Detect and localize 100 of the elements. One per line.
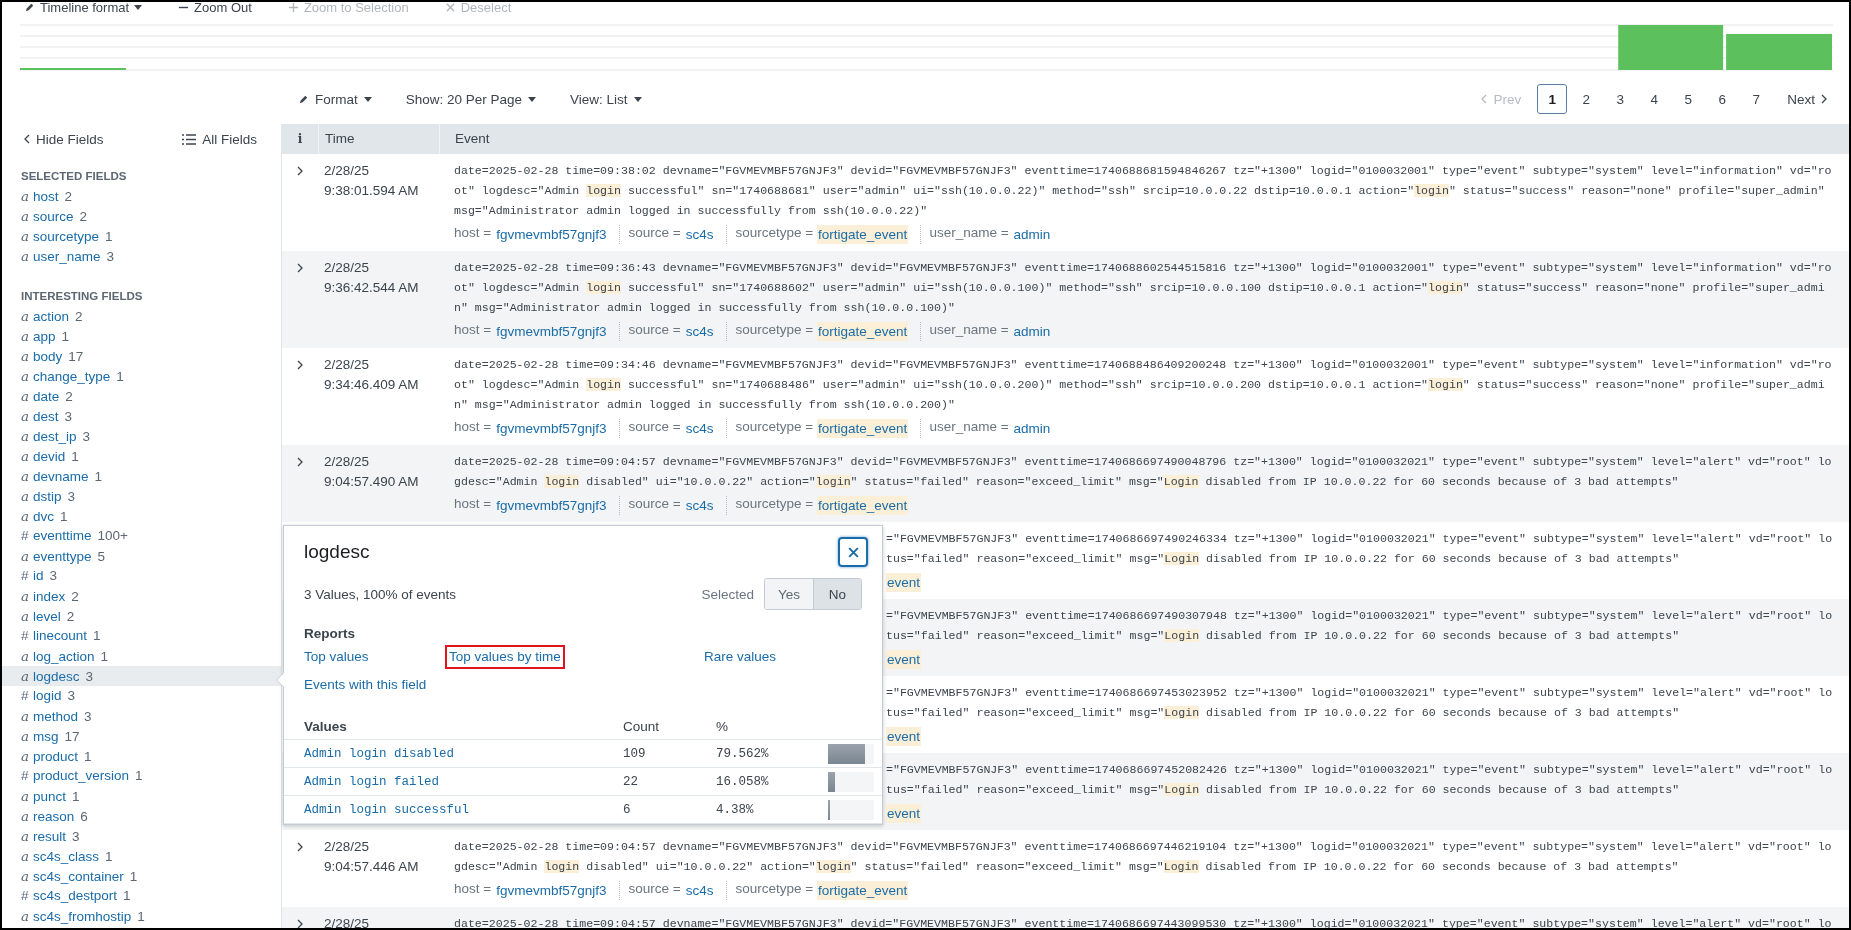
field-value-link[interactable]: fortigate_event (817, 224, 909, 244)
page-button[interactable]: 6 (1707, 84, 1738, 114)
expand-chevron-icon[interactable] (297, 919, 303, 928)
page-button[interactable]: 3 (1605, 84, 1636, 114)
field-value-link[interactable]: event (886, 572, 922, 592)
field-value-link[interactable]: fgvmevmbf57gnjf3 (495, 495, 608, 515)
page-button[interactable]: 1 (1537, 84, 1568, 114)
field-value-link[interactable]: sc4s (684, 224, 715, 244)
field-item[interactable]: a date 2 (2, 386, 281, 406)
page-button[interactable]: 7 (1741, 84, 1772, 114)
field-value-link[interactable]: fortigate_event (817, 418, 909, 438)
toggle-button[interactable]: No (813, 579, 861, 609)
field-item[interactable]: a level 2 (2, 606, 281, 626)
field-value-link[interactable]: fgvmevmbf57gnjf3 (495, 224, 608, 244)
event-date: 2/28/25 (324, 259, 371, 277)
field-item[interactable]: a index 2 (2, 586, 281, 606)
field-item[interactable]: a product 1 (2, 746, 281, 766)
report-link[interactable]: Rare values (700, 645, 781, 669)
field-item[interactable]: # id 3 (2, 566, 281, 586)
field-item[interactable]: a host 2 (2, 186, 281, 206)
values-summary: 3 Values, 100% of events (304, 586, 457, 602)
close-button[interactable] (838, 537, 868, 567)
field-item[interactable]: a dest_ip 3 (2, 426, 281, 446)
field-item[interactable]: # linecount 1 (2, 626, 281, 646)
report-link[interactable]: Top values (300, 645, 373, 669)
field-item[interactable]: a msg 17 (2, 726, 281, 746)
field-item[interactable]: a sc4s_container 1 (2, 866, 281, 886)
caret-icon (528, 96, 537, 102)
view-dropdown[interactable]: View: List (570, 91, 642, 107)
event-raw-text: ="FGVMEVMBF57GNJF3" eventtime=1740686697453023952 tz="+1300" logid="0100032021" type="event" subtype="system" level="alert" vd="root" lo tus="failed" reason="exceed_limit" msg="Login disabled from IP 10.0.0.22 for 60 seconds because of 3 bad attempts" (886, 685, 1833, 721)
field-item[interactable]: a app 1 (2, 326, 281, 346)
field-value-link[interactable]: fgvmevmbf57gnjf3 (495, 880, 608, 900)
field-value-link[interactable]: admin (1012, 224, 1052, 244)
page-button[interactable]: 5 (1673, 84, 1704, 114)
report-link[interactable]: Events with this field (300, 673, 431, 697)
field-item[interactable]: a method 3 (2, 706, 281, 726)
field-value-link[interactable]: event (886, 649, 922, 669)
report-link[interactable]: Top values by time (445, 645, 565, 669)
field-item[interactable]: a punct 1 (2, 786, 281, 806)
field-item[interactable]: a devid 1 (2, 446, 281, 466)
field-key: source = (628, 224, 681, 244)
field-value-link[interactable]: event (886, 726, 922, 746)
value-link[interactable]: Admin login successful (304, 802, 623, 817)
expand-chevron-icon[interactable] (297, 842, 303, 852)
event-raw-text: date=2025-02-28 time=09:36:43 devname="FGVMEVMBF57GNJF3" devid="FGVMEVMBF57GNJF3" eventtime=1740688602544515816 tz="+1300" logid="0100032001" type="event" subtype="system" level="information" vd="ro ot" logdesc="Admin login successful" sn="1740688602" user="admin" ui="ssh(10.0.0.100)" method="ssh" srcip=10.0.0.100 dstip=10.0.0.1 action="login" status="success" reason="none" profile="super_admi n" msg="Administrator admin logged in successfully from ssh(10.0.0.100)" (454, 260, 1833, 316)
field-item[interactable]: a body 17 (2, 346, 281, 366)
chevron-right-icon (1821, 94, 1827, 104)
field-item[interactable]: a log_action 1 (2, 646, 281, 666)
field-item[interactable]: a logdesc 3 (2, 666, 281, 686)
expand-chevron-icon[interactable] (297, 166, 303, 176)
field-item[interactable]: a eventtype 5 (2, 546, 281, 566)
close-icon (846, 545, 860, 559)
field-value-link[interactable]: fortigate_event (817, 321, 909, 341)
field-value-link[interactable]: sc4s (684, 321, 715, 341)
field-item[interactable]: a dvc 1 (2, 506, 281, 526)
field-value-link[interactable]: admin (1012, 418, 1052, 438)
section-heading: SELECTED FIELDS (20, 169, 128, 184)
field-item[interactable]: a result 3 (2, 826, 281, 846)
value-link[interactable]: Admin login failed (304, 774, 623, 789)
view-dropdown[interactable]: Format (298, 91, 372, 107)
field-item[interactable]: a sc4s_class 1 (2, 846, 281, 866)
field-value-link[interactable]: sc4s (684, 418, 715, 438)
expand-chevron-icon[interactable] (297, 263, 303, 273)
field-value-link[interactable]: sc4s (684, 880, 715, 900)
field-key: host = (454, 224, 492, 244)
next-page-button[interactable]: Next (1775, 91, 1839, 107)
field-value-link[interactable]: sc4s (684, 495, 715, 515)
field-item[interactable]: a action 2 (2, 306, 281, 326)
field-value-link[interactable]: event (886, 803, 922, 823)
timeline-toolbar-button[interactable]: Zoom Out (178, 2, 252, 14)
field-item[interactable]: a change_type 1 (2, 366, 281, 386)
field-value-link[interactable]: fgvmevmbf57gnjf3 (495, 418, 608, 438)
field-item[interactable]: # logid 3 (2, 686, 281, 706)
field-item[interactable]: a sourcetype 1 (2, 226, 281, 246)
toggle-button[interactable]: Yes (765, 579, 813, 609)
hide-fields-button[interactable]: Hide Fields (24, 131, 104, 147)
value-link[interactable]: Admin login disabled (304, 746, 623, 761)
view-dropdown[interactable]: Show: 20 Per Page (405, 91, 537, 107)
field-item[interactable]: a user_name 3 (2, 246, 281, 266)
field-value-link[interactable]: fortigate_event (817, 880, 909, 900)
field-value-link[interactable]: admin (1012, 321, 1052, 341)
field-key: host = (454, 880, 492, 900)
page-button[interactable]: 4 (1639, 84, 1670, 114)
field-item[interactable]: a reason 6 (2, 806, 281, 826)
field-item[interactable]: # sc4s_destport 1 (2, 886, 281, 906)
timeline-toolbar-button[interactable]: Timeline format (24, 2, 143, 14)
page-button[interactable]: 2 (1571, 84, 1602, 114)
expand-chevron-icon[interactable] (297, 457, 303, 467)
field-item[interactable]: a source 2 (2, 206, 281, 226)
expand-chevron-icon[interactable] (297, 360, 303, 370)
field-item[interactable]: a devname 1 (2, 466, 281, 486)
field-value-link[interactable]: fgvmevmbf57gnjf3 (495, 321, 608, 341)
field-item[interactable]: a dest 3 (2, 406, 281, 426)
field-value-link[interactable]: fortigate_event (817, 495, 909, 515)
event-time: 9:04:57.446 AM (324, 858, 420, 876)
field-item[interactable]: a dstip 3 (2, 486, 281, 506)
all-fields-button[interactable]: All Fields (182, 131, 257, 147)
field-item[interactable]: a sc4s_fromhostip 1 (2, 906, 281, 926)
field-item[interactable]: # eventtime 100+ (2, 526, 281, 546)
field-item[interactable]: # product_version 1 (2, 766, 281, 786)
